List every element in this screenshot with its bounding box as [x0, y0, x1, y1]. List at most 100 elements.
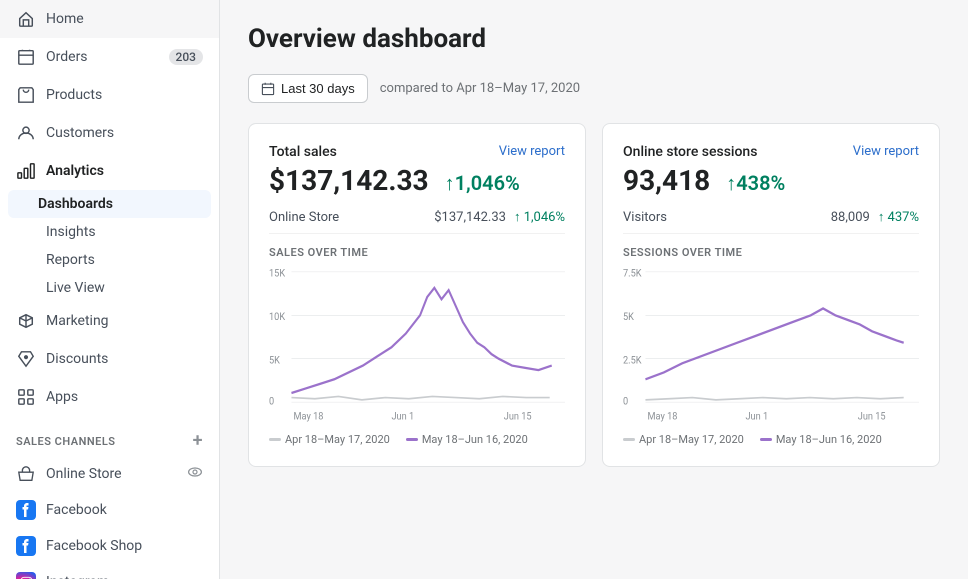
channel-instagram-label: Instagram — [46, 574, 109, 579]
customers-icon — [16, 123, 36, 143]
total-sales-percent: ↑1,046% — [445, 171, 520, 196]
sidebar-item-marketing[interactable]: Marketing — [0, 302, 219, 340]
svg-text:10K: 10K — [269, 311, 286, 323]
sidebar-sub-liveview[interactable]: Live View — [0, 274, 219, 302]
sales-chart-legend: Apr 18–May 17, 2020 May 18–Jun 16, 2020 — [269, 433, 565, 446]
eye-icon[interactable] — [187, 464, 203, 484]
total-sales-header: Total sales View report — [269, 144, 565, 160]
sessions-sub-val: 88,009 — [831, 210, 870, 225]
date-comparison: compared to Apr 18–May 17, 2020 — [380, 81, 580, 96]
sidebar-item-discounts[interactable]: Discounts — [0, 340, 219, 378]
home-icon — [16, 9, 36, 29]
sidebar: Home Orders 203 Products Cus — [0, 0, 220, 579]
sales-chart-title: SALES OVER TIME — [269, 246, 565, 259]
store-icon — [16, 464, 36, 484]
sessions-legend-curr-label: May 18–Jun 16, 2020 — [776, 433, 882, 446]
add-channel-button[interactable]: + — [193, 432, 203, 450]
sessions-legend-dot-prev — [623, 438, 635, 441]
sessions-sub-label: Visitors — [623, 210, 667, 225]
sidebar-item-orders[interactable]: Orders 203 — [0, 38, 219, 76]
instagram-icon — [16, 572, 36, 579]
channel-facebook-shop[interactable]: Facebook Shop — [0, 528, 219, 564]
orders-badge: 203 — [169, 49, 203, 65]
svg-text:5K: 5K — [623, 311, 635, 323]
channel-facebook-shop-label: Facebook Shop — [46, 538, 142, 554]
total-sales-card: Total sales View report $137,142.33 ↑1,0… — [248, 123, 586, 467]
sales-legend-prev-label: Apr 18–May 17, 2020 — [285, 433, 390, 446]
cards-row: Total sales View report $137,142.33 ↑1,0… — [248, 123, 940, 467]
svg-text:5K: 5K — [269, 355, 281, 367]
sidebar-item-analytics[interactable]: Analytics — [0, 152, 219, 190]
sales-legend-curr: May 18–Jun 16, 2020 — [406, 433, 528, 446]
total-sales-big-number: $137,142.33 — [269, 164, 429, 197]
svg-text:2.5K: 2.5K — [623, 355, 642, 367]
sidebar-item-products[interactable]: Products — [0, 76, 219, 114]
sidebar-sub-dashboards[interactable]: Dashboards — [8, 190, 211, 218]
sidebar-item-home-label: Home — [46, 11, 84, 27]
sessions-header: Online store sessions View report — [623, 144, 919, 160]
sidebar-item-apps[interactable]: Apps — [0, 378, 219, 416]
channel-online-store[interactable]: Online Store — [0, 456, 219, 492]
sales-legend-curr-label: May 18–Jun 16, 2020 — [422, 433, 528, 446]
sidebar-item-customers[interactable]: Customers — [0, 114, 219, 152]
sub-store-pct: ↑ 1,046% — [514, 209, 565, 225]
svg-text:Jun 1: Jun 1 — [745, 411, 768, 423]
sidebar-item-home[interactable]: Home — [0, 0, 219, 38]
analytics-icon — [16, 161, 36, 181]
legend-dot-curr — [406, 438, 418, 441]
sales-legend-prev: Apr 18–May 17, 2020 — [269, 433, 390, 446]
sidebar-sub-insights-label: Insights — [46, 224, 96, 240]
sessions-legend-prev-label: Apr 18–May 17, 2020 — [639, 433, 744, 446]
orders-icon — [16, 47, 36, 67]
total-sales-view-report[interactable]: View report — [499, 144, 565, 159]
page-title: Overview dashboard — [248, 24, 940, 54]
sidebar-item-analytics-label: Analytics — [46, 163, 104, 179]
sessions-chart-legend: Apr 18–May 17, 2020 May 18–Jun 16, 2020 — [623, 433, 919, 446]
total-sales-sub-row: Online Store $137,142.33 ↑ 1,046% — [269, 209, 565, 234]
facebook-shop-icon — [16, 536, 36, 556]
channel-facebook-label: Facebook — [46, 502, 107, 518]
total-sales-title: Total sales — [269, 144, 337, 160]
sales-channels-label: SALES CHANNELS — [16, 435, 116, 448]
products-icon — [16, 85, 36, 105]
sub-store-label: Online Store — [269, 210, 339, 225]
sessions-sub-row: Visitors 88,009 ↑ 437% — [623, 209, 919, 234]
channel-instagram[interactable]: Instagram — [0, 564, 219, 579]
sidebar-item-apps-label: Apps — [46, 389, 78, 405]
sessions-big-number: 93,418 — [623, 164, 710, 197]
sales-chart: 15K 10K 5K 0 May 18 Jun 1 Jun 15 — [269, 265, 565, 425]
svg-text:Jun 15: Jun 15 — [504, 411, 532, 423]
sidebar-sub-reports[interactable]: Reports — [0, 246, 219, 274]
sessions-sub-pct: ↑ 437% — [878, 209, 919, 225]
sidebar-sub-liveview-label: Live View — [46, 280, 105, 296]
svg-text:7.5K: 7.5K — [623, 268, 642, 280]
main-content: Overview dashboard Last 30 days compared… — [220, 0, 968, 579]
legend-dot-prev — [269, 438, 281, 441]
svg-text:May 18: May 18 — [293, 411, 323, 423]
sales-channels-section: SALES CHANNELS + — [0, 416, 219, 456]
sidebar-sub-dashboards-label: Dashboards — [38, 196, 113, 212]
sessions-chart: 7.5K 5K 2.5K 0 May 18 Jun 1 Jun 15 — [623, 265, 919, 425]
date-filter-bar: Last 30 days compared to Apr 18–May 17, … — [248, 74, 940, 103]
discounts-icon — [16, 349, 36, 369]
sessions-card: Online store sessions View report 93,418… — [602, 123, 940, 467]
facebook-icon — [16, 500, 36, 520]
channel-facebook[interactable]: Facebook — [0, 492, 219, 528]
svg-text:Jun 15: Jun 15 — [858, 411, 886, 423]
sessions-title: Online store sessions — [623, 144, 757, 160]
sidebar-sub-insights[interactable]: Insights — [0, 218, 219, 246]
sidebar-item-discounts-label: Discounts — [46, 351, 108, 367]
sidebar-item-marketing-label: Marketing — [46, 313, 109, 329]
sessions-view-report[interactable]: View report — [853, 144, 919, 159]
sidebar-item-products-label: Products — [46, 87, 102, 103]
svg-text:15K: 15K — [269, 268, 286, 280]
svg-text:May 18: May 18 — [647, 411, 677, 423]
date-range-button[interactable]: Last 30 days — [248, 74, 368, 103]
svg-text:Jun 1: Jun 1 — [391, 411, 414, 423]
sessions-legend-curr: May 18–Jun 16, 2020 — [760, 433, 882, 446]
calendar-icon — [261, 82, 275, 96]
sessions-legend-prev: Apr 18–May 17, 2020 — [623, 433, 744, 446]
apps-icon — [16, 387, 36, 407]
channel-online-store-label: Online Store — [46, 466, 122, 482]
sidebar-sub-reports-label: Reports — [46, 252, 95, 268]
